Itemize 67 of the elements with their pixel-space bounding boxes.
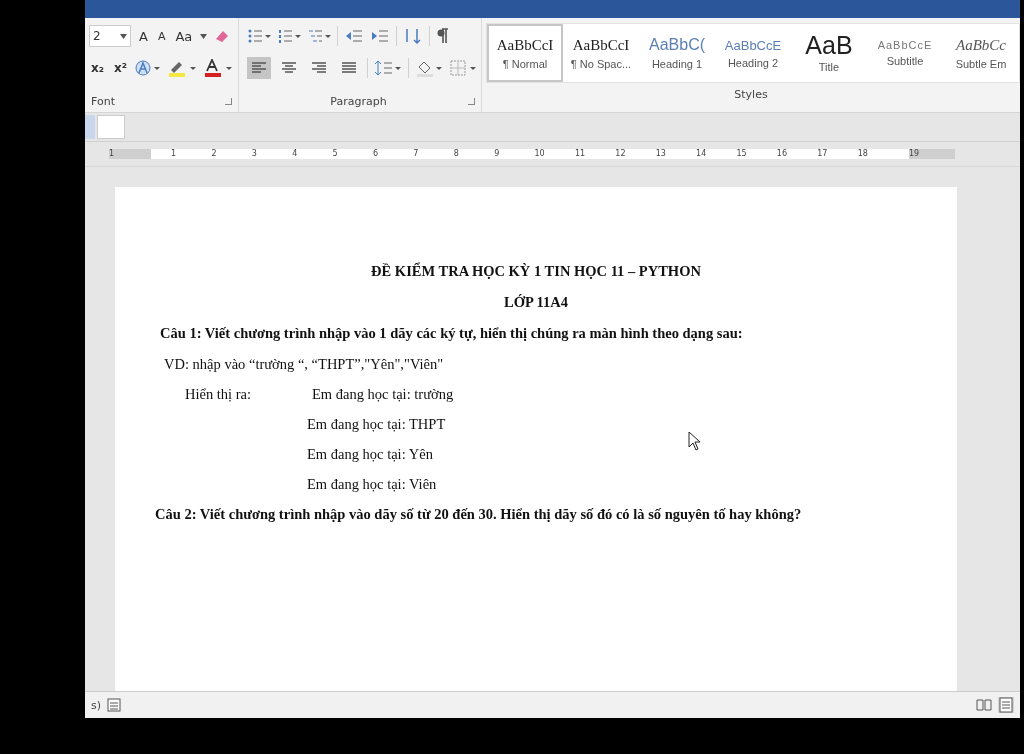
dialog-launcher-icon[interactable] xyxy=(225,97,232,105)
mouse-pointer-icon xyxy=(688,431,702,451)
font-color-icon[interactable] xyxy=(203,59,233,77)
output-line: Em đang học tại: trường xyxy=(312,386,454,403)
question-text: Câu 2: Viết chương trình nhập vào dãy số từ 20 đến 30. Hiển thị dãy số đó có là số nguyên tố hay không? xyxy=(155,506,803,523)
style-option[interactable]: AaBbCcI ¶ Normal xyxy=(487,24,563,82)
ruler-number: 7 xyxy=(413,149,419,159)
document-subtitle: LỚP 11A4 xyxy=(502,294,570,311)
ruler-number: 1 xyxy=(109,149,115,159)
sort-icon[interactable] xyxy=(403,27,423,45)
ruler-number: 15 xyxy=(736,149,747,159)
ruler-number: 4 xyxy=(292,149,298,159)
shrink-font-button[interactable]: A xyxy=(155,29,168,43)
pilcrow-icon[interactable] xyxy=(436,27,450,45)
align-justify-icon xyxy=(341,61,357,75)
grow-font-button[interactable]: A xyxy=(137,28,150,44)
group-label: Styles xyxy=(734,87,768,101)
ruler-number: 9 xyxy=(494,149,500,159)
macro-icon[interactable] xyxy=(107,698,122,712)
line-spacing-icon[interactable] xyxy=(374,59,402,77)
dialog-launcher-icon[interactable] xyxy=(468,97,475,105)
group-label: Font xyxy=(91,94,115,108)
ruler-number: 18 xyxy=(857,149,868,159)
group-label: Paragraph xyxy=(330,94,387,108)
bullets-icon[interactable] xyxy=(247,27,271,45)
shading-icon[interactable] xyxy=(415,59,443,77)
caret-icon xyxy=(120,33,127,39)
superscript-button[interactable]: x² xyxy=(112,61,129,75)
example-text: VD: nhập vào “trường “, “THPT”,"Yên","Viên" xyxy=(164,356,445,373)
ruler-number: 10 xyxy=(534,149,545,159)
multilevel-list-icon[interactable] xyxy=(307,27,331,45)
document-title: ĐỀ KIỂM TRA HỌC KỲ 1 TIN HỌC 11 – PYTHON xyxy=(370,263,702,280)
highlighter-icon[interactable] xyxy=(167,59,197,77)
ruler-number: 13 xyxy=(655,149,666,159)
print-layout-icon[interactable] xyxy=(998,697,1014,713)
ruler-number: 5 xyxy=(332,149,338,159)
output-line: Em đang học tại: Yên xyxy=(307,446,434,463)
align-right-icon xyxy=(311,61,327,75)
align-left-button[interactable] xyxy=(247,57,271,79)
align-left-icon xyxy=(251,61,267,75)
ruler-number: 17 xyxy=(817,149,828,159)
increase-indent-icon[interactable] xyxy=(370,27,390,45)
ruler-number: 8 xyxy=(453,149,459,159)
caret-icon[interactable] xyxy=(200,33,208,39)
change-case-button[interactable]: Aa xyxy=(173,28,195,44)
ruler-number: 16 xyxy=(776,149,788,159)
ruler-number: 2 xyxy=(211,149,217,159)
ruler-number: 1 xyxy=(171,149,177,159)
font-size-field[interactable]: 2 xyxy=(89,25,131,47)
navigation-field[interactable] xyxy=(97,115,125,139)
status-text: s) xyxy=(91,698,102,712)
ruler-number: 14 xyxy=(696,149,707,159)
output-line: Em đang học tại: Viên xyxy=(307,476,438,493)
ruler-number: 12 xyxy=(615,149,626,159)
question-text: Câu 1: Viết chương trình nhập vào 1 dãy các ký tự, hiển thị chúng ra màn hình theo dạng sau: xyxy=(160,325,744,342)
text-effects-icon[interactable] xyxy=(135,59,161,77)
read-mode-icon[interactable] xyxy=(976,698,992,712)
ruler-number: 19 xyxy=(909,149,920,159)
align-center-icon xyxy=(281,61,297,75)
output-line: Em đang học tại: THPT xyxy=(307,416,447,433)
ruler-number: 6 xyxy=(372,149,379,159)
ruler-number: 3 xyxy=(251,149,257,159)
subscript-button[interactable]: x₂ xyxy=(89,61,106,75)
decrease-indent-icon[interactable] xyxy=(344,27,364,45)
borders-icon[interactable] xyxy=(449,59,477,77)
ruler-number: 11 xyxy=(574,149,586,159)
numbering-icon[interactable] xyxy=(277,27,301,45)
